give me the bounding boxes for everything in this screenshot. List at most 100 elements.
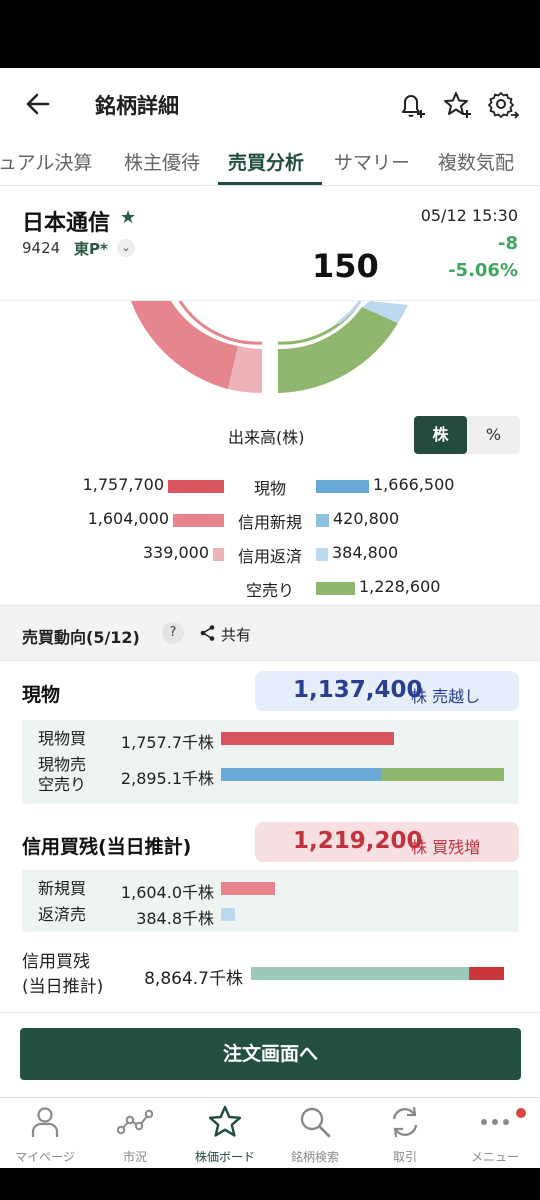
- sell-volume-bar: [316, 548, 328, 561]
- margin-repay-sell-bar: [221, 908, 504, 921]
- nav-label: 取引: [392, 1150, 417, 1164]
- nav-label: メニュー: [470, 1150, 519, 1164]
- nav-label: 市況: [122, 1150, 147, 1164]
- share-icon[interactable]: [199, 624, 217, 642]
- bar-segment: [221, 768, 382, 781]
- add-favorite-star-icon[interactable]: [440, 88, 474, 122]
- margin-net-suffix: 株 買残増: [411, 838, 481, 857]
- volume-row: 1,757,700 現物 1,666,500: [0, 471, 540, 501]
- sell-volume-bar: [316, 514, 329, 527]
- buy-volume-bar: [173, 514, 224, 527]
- volume-row: 空売り 1,228,600: [0, 573, 540, 603]
- tab-summary[interactable]: サマリー: [334, 148, 410, 175]
- volume-row: 339,000 信用返済 384,800: [0, 539, 540, 569]
- bottom-nav: マイページ 市況 株価ボード 銘柄検索 取引 メニュー: [0, 1097, 540, 1168]
- tab-bar: ュアル決算 株主優待 売買分析 サマリー 複数気配: [0, 142, 540, 186]
- stock-name: 日本通信: [22, 211, 111, 236]
- margin-new-buy-bar: [221, 882, 504, 895]
- bar-segment: [221, 908, 235, 921]
- chevron-down-icon[interactable]: ⌄: [117, 239, 135, 257]
- unit-toggle: 株 %: [414, 416, 520, 454]
- spot-buy-value: 1,757.7千株: [120, 733, 214, 752]
- bar-segment: [221, 882, 275, 895]
- page-title: 銘柄詳細: [95, 94, 179, 118]
- tab-multiple-quotes[interactable]: 複数気配: [438, 148, 514, 175]
- volume-category: 現物: [253, 479, 286, 498]
- margin-title: 信用買残(当日推計): [22, 836, 192, 858]
- buy-volume-value: 1,604,000: [87, 509, 169, 528]
- settings-gear-icon[interactable]: [486, 88, 520, 122]
- help-icon[interactable]: ?: [162, 622, 184, 644]
- margin-net-badge: 1,219,200 株 買残増: [255, 822, 519, 862]
- active-tab-indicator: [218, 182, 322, 185]
- spot-panel: 現物買 1,757.7千株 現物売 空売り 2,895.1千株: [22, 720, 518, 804]
- order-screen-button[interactable]: 注文画面へ: [20, 1028, 521, 1080]
- unit-shares-button[interactable]: 株: [414, 416, 467, 454]
- spot-title: 現物: [22, 684, 61, 706]
- margin-repay-sell-label: 返済売: [38, 905, 87, 924]
- spot-sell-label: 現物売 空売り: [38, 755, 87, 794]
- donut-segment-spot-buy: [131, 301, 238, 389]
- notification-dot: [516, 1108, 526, 1118]
- buy-volume-value: 1,757,700: [82, 475, 164, 494]
- stock-code: 9424: [22, 239, 61, 257]
- spot-sell-value: 2,895.1千株: [120, 769, 214, 788]
- market-chart-icon: [117, 1109, 153, 1135]
- bar-segment: [469, 967, 504, 980]
- tab-shareholder-benefits[interactable]: 株主優待: [124, 148, 200, 175]
- system-nav-area: [0, 1168, 540, 1200]
- margin-panel: 新規買 1,604.0千株 返済売 384.8千株: [22, 870, 518, 932]
- share-button[interactable]: 共有: [221, 624, 251, 645]
- sell-volume-value: 384,800: [332, 543, 399, 562]
- tab-trade-analysis[interactable]: 売買分析: [228, 148, 304, 175]
- buy-volume-value: 339,000: [142, 543, 209, 562]
- nav-mypage[interactable]: マイページ: [0, 1098, 90, 1168]
- nav-stock-search[interactable]: 銘柄検索: [270, 1098, 360, 1168]
- screen: 銘柄詳細 ュアル決算 株主優待 売買分析 サマリー 複数気配 日本通信 ★ 94…: [0, 68, 540, 1168]
- star-icon: [208, 1105, 242, 1137]
- sell-volume-value: 1,666,500: [373, 475, 455, 494]
- stock-price: 150: [312, 247, 379, 285]
- volume-title: 出来高(株): [228, 428, 305, 447]
- donut-segment-short-sell: [278, 307, 398, 393]
- sell-volume-value: 420,800: [333, 509, 400, 528]
- refresh-icon: [392, 1106, 418, 1138]
- spot-sell-bar: [221, 768, 504, 781]
- nav-menu[interactable]: メニュー: [450, 1098, 540, 1168]
- buy-volume-bar: [213, 548, 224, 561]
- more-icon: [481, 1119, 509, 1125]
- spot-net-badge: 1,137,400 株 売越し: [255, 671, 519, 711]
- sell-volume-bar: [316, 480, 369, 493]
- volume-donut-chart: [131, 301, 408, 394]
- margin-balance-bar: [251, 967, 504, 980]
- market-selector[interactable]: 東P*: [74, 238, 108, 259]
- unit-percent-button[interactable]: %: [467, 416, 520, 454]
- nav-stock-board[interactable]: 株価ボード: [180, 1098, 270, 1168]
- nav-market[interactable]: 市況: [90, 1098, 180, 1168]
- margin-net-value: 1,219,200: [293, 828, 423, 854]
- back-arrow-icon[interactable]: [22, 88, 54, 120]
- spot-buy-label: 現物買: [38, 729, 87, 748]
- spot-net-value: 1,137,400: [293, 677, 423, 703]
- add-alert-bell-icon[interactable]: [395, 88, 429, 122]
- person-icon: [31, 1107, 59, 1137]
- divider: [0, 1012, 540, 1013]
- margin-new-buy-value: 1,604.0千株: [120, 883, 214, 902]
- bar-segment: [251, 967, 469, 980]
- favorite-star-icon[interactable]: ★: [120, 207, 136, 228]
- tab-dual-earnings[interactable]: ュアル決算: [0, 148, 92, 175]
- search-icon: [300, 1107, 331, 1138]
- spot-net-suffix: 株 売越し: [411, 687, 481, 706]
- volume-category: 信用返済: [237, 547, 302, 566]
- volume-row: 1,604,000 信用新規 420,800: [0, 505, 540, 535]
- sell-volume-bar: [316, 582, 355, 595]
- app-header: 銘柄詳細: [0, 68, 540, 142]
- volume-category: 信用新規: [237, 513, 302, 532]
- trade-trend-title: 売買動向(5/12): [22, 628, 140, 647]
- bar-segment: [382, 768, 504, 781]
- buy-volume-bar: [168, 480, 224, 493]
- nav-label: マイページ: [15, 1150, 75, 1164]
- nav-trade[interactable]: 取引: [360, 1098, 450, 1168]
- margin-repay-sell-value: 384.8千株: [136, 909, 214, 928]
- price-change-percent: -5.06%: [448, 260, 518, 281]
